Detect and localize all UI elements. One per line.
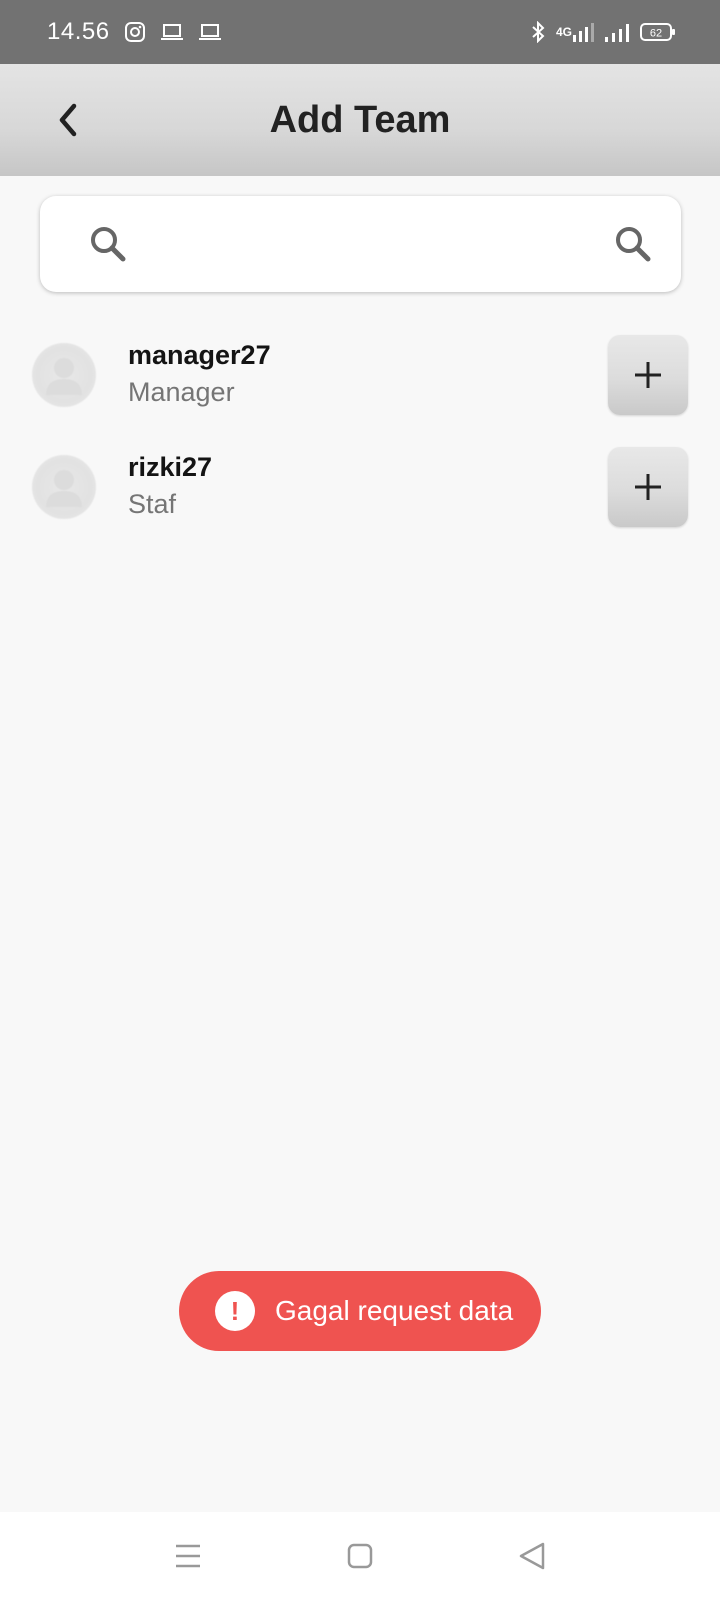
member-name: rizki27 [128, 452, 213, 482]
mobile-data-signal-icon: 4G [556, 21, 594, 43]
avatar [32, 343, 96, 407]
list-item: rizki27 Staf [0, 439, 720, 535]
list-item: manager27 Manager [0, 327, 720, 423]
add-member-button[interactable] [608, 335, 688, 415]
battery-icon: 62 [640, 22, 676, 42]
battery-level: 62 [650, 28, 662, 40]
status-left: 14.56 [47, 18, 222, 46]
chevron-left-icon [59, 103, 77, 137]
member-role: Staf [128, 489, 177, 519]
bluetooth-icon [530, 21, 546, 43]
member-name: manager27 [128, 340, 271, 370]
toast-message: Gagal request data [275, 1295, 514, 1326]
search-icon [88, 224, 128, 264]
member-info: manager27 Manager [128, 338, 271, 412]
search-box[interactable] [40, 196, 681, 292]
search-input[interactable] [144, 214, 597, 274]
app-bar: Add Team [0, 64, 720, 176]
menu-icon[interactable] [168, 1536, 208, 1576]
laptop-icon [198, 22, 222, 42]
network-type-label: 4G [555, 25, 572, 39]
page-title: Add Team [269, 98, 451, 141]
status-time: 14.56 [47, 18, 110, 45]
status-right: 4G 62 [530, 21, 676, 43]
instagram-icon [124, 21, 146, 43]
error-toast: ! Gagal request data [179, 1271, 541, 1351]
plus-icon [635, 362, 661, 388]
system-nav-bar [0, 1512, 720, 1600]
plus-icon [635, 474, 661, 500]
search-submit-icon[interactable] [613, 224, 653, 264]
avatar [32, 455, 96, 519]
member-info: rizki27 Staf [128, 450, 212, 524]
laptop-icon [160, 22, 184, 42]
wifi-signal-icon [604, 21, 630, 43]
exclamation-icon: ! [215, 1291, 255, 1331]
add-member-button[interactable] [608, 447, 688, 527]
back-triangle-icon[interactable] [512, 1536, 552, 1576]
home-square-icon[interactable] [340, 1536, 380, 1576]
screen: 14.56 4G 62 Add Team manager27 Manager r… [0, 0, 720, 1600]
status-bar: 14.56 4G 62 [0, 0, 720, 64]
member-role: Manager [128, 377, 235, 407]
back-button[interactable] [40, 92, 96, 148]
